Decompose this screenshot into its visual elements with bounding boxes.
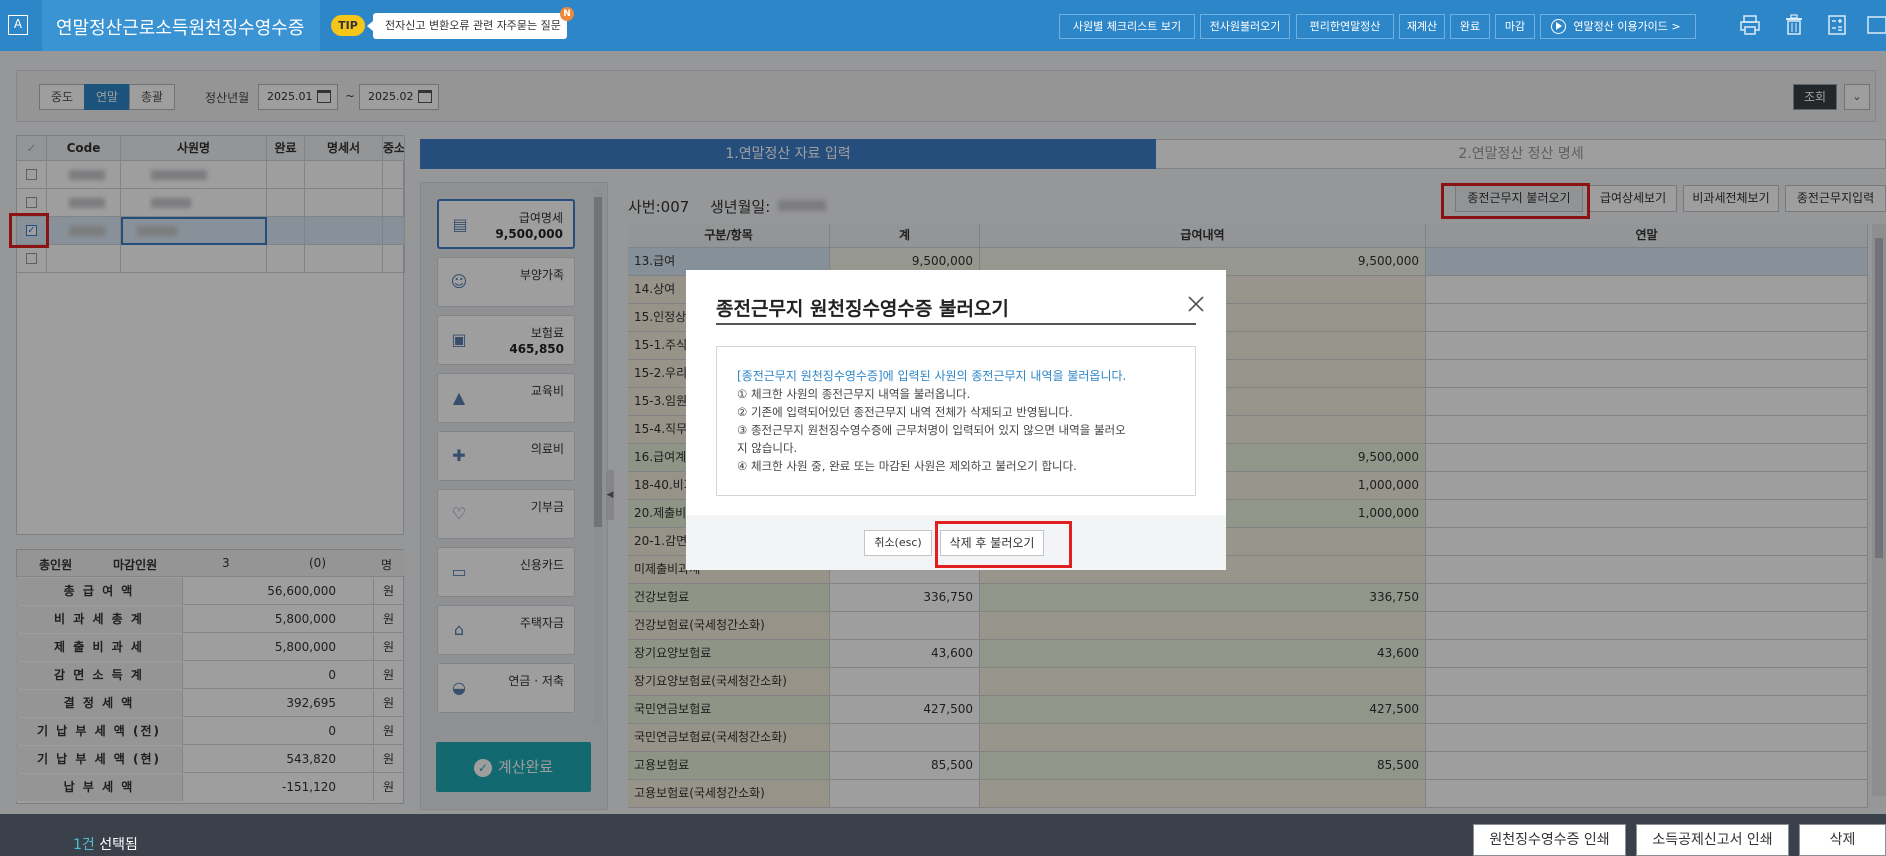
new-dot-badge: N — [560, 7, 574, 21]
complete-button[interactable]: 완료 — [1450, 14, 1490, 39]
print-withholding-receipt-button[interactable]: 원천징수영수증 인쇄 — [1473, 824, 1626, 856]
header-content: A 연말정산근로소득원천징수영수증 TIP 전자신고 변환오류 관련 자주묻는 … — [0, 0, 1886, 51]
close-period-button[interactable]: 마감 — [1495, 14, 1535, 39]
employee-checklist-button[interactable]: 사원별 체크리스트 보기 — [1059, 14, 1195, 39]
expand-icon[interactable] — [1864, 14, 1886, 38]
tip-link[interactable]: 전자신고 변환오류 관련 자주묻는 질문 — [367, 13, 567, 39]
play-circle-icon — [1551, 19, 1566, 34]
guide-button-label: 연말정산 이용가이드 > — [1573, 20, 1681, 33]
selection-count: 1건 선택됨 — [73, 834, 138, 854]
dialog-title-divider — [716, 323, 1196, 325]
delete-button[interactable]: 삭제 — [1799, 824, 1886, 856]
highlight-confirm-button — [935, 521, 1072, 568]
guide-button[interactable]: 연말정산 이용가이드 > — [1540, 14, 1696, 39]
load-all-employees-button[interactable]: 전사원불러오기 — [1200, 14, 1290, 39]
dialog-title: 종전근무지 원천징수영수증 불러오기 — [716, 298, 1009, 320]
dialog-message-box: [종전근무지 원천징수영수증]에 입력된 사원의 종전근무지 내역을 불러옵니다… — [716, 346, 1196, 496]
cancel-button[interactable]: 취소(esc) — [864, 530, 932, 556]
printer-icon[interactable] — [1737, 14, 1763, 38]
tip-badge[interactable]: TIP — [331, 15, 365, 36]
recalculate-button[interactable]: 재계산 — [1399, 14, 1445, 39]
trash-icon[interactable] — [1781, 14, 1807, 38]
dialog-line: ④ 체크한 사원 중, 완료 또는 마감된 사원은 제외하고 불러오기 합니다. — [737, 459, 1077, 473]
dialog-lead: [종전근무지 원천징수영수증]에 입력된 사원의 종전근무지 내역을 불러옵니다… — [737, 369, 1127, 383]
easy-settlement-button[interactable]: 편리한연말정산 — [1296, 14, 1394, 39]
calculator-icon[interactable] — [1824, 14, 1850, 38]
app-logo-icon[interactable]: A — [8, 15, 28, 35]
dialog-line: ② 기존에 입력되어있던 종전근무지 내역 전체가 삭제되고 반영됩니다. — [737, 405, 1073, 419]
selected-label: 선택됨 — [99, 837, 138, 853]
close-icon[interactable] — [1186, 294, 1206, 314]
selected-number: 1건 — [73, 837, 95, 853]
page-title: 연말정산근로소득원천징수영수증 — [56, 18, 305, 39]
dialog-line: ③ 종전근무지 원천징수영수증에 근무처명이 입력되어 있지 않으면 내역을 불… — [737, 423, 1126, 437]
print-deduction-report-button[interactable]: 소득공제신고서 인쇄 — [1636, 824, 1789, 856]
dialog-line: ① 체크한 사원의 종전근무지 내역을 불러옵니다. — [737, 387, 971, 401]
dialog-line: 지 않습니다. — [737, 441, 798, 455]
